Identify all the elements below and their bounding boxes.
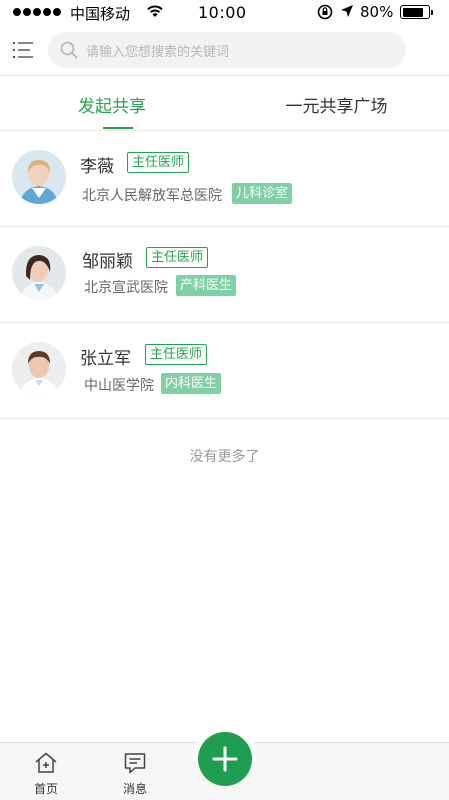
search-header: 请输入您想搜索的关键词 bbox=[0, 24, 449, 76]
doctor-title-badge: 主任医师 bbox=[145, 344, 208, 365]
doctor-title-badge: 主任医师 bbox=[127, 152, 190, 173]
location-arrow-icon bbox=[341, 5, 353, 17]
doctor-title-badge: 主任医师 bbox=[146, 247, 209, 268]
doctor-list-item[interactable]: 邹丽颖 主任医师 北京宣武医院 产科医生 bbox=[0, 227, 449, 323]
doctor-avatar bbox=[12, 150, 66, 204]
doctor-name: 邹丽颖 bbox=[82, 252, 133, 272]
doctor-department-badge: 儿科诊室 bbox=[232, 183, 293, 204]
active-tab-indicator bbox=[103, 127, 133, 129]
tab-share-plaza[interactable]: 一元共享广场 bbox=[224, 77, 449, 131]
doctor-hospital: 中山医学院 bbox=[84, 378, 154, 394]
doctor-hospital: 北京宣武医院 bbox=[84, 280, 168, 296]
status-bar: 中国移动 10:00 80% bbox=[0, 0, 449, 24]
doctor-list-item[interactable]: 李薇 主任医师 北京人民解放军总医院 儿科诊室 bbox=[0, 131, 449, 227]
doctor-avatar bbox=[12, 246, 66, 300]
message-icon bbox=[124, 753, 146, 774]
wifi-icon bbox=[147, 5, 163, 17]
nav-item-messages[interactable]: 消息 bbox=[105, 743, 165, 800]
doctor-avatar bbox=[12, 342, 66, 396]
doctor-department-badge: 内科医生 bbox=[161, 373, 222, 394]
add-button[interactable] bbox=[198, 732, 252, 786]
plus-icon bbox=[212, 746, 238, 772]
doctor-name: 张立军 bbox=[80, 349, 131, 369]
nav-label-messages: 消息 bbox=[122, 782, 147, 796]
tab-initiate-share[interactable]: 发起共享 bbox=[0, 77, 224, 131]
list-end-message: 没有更多了 bbox=[189, 449, 260, 465]
doctor-name: 李薇 bbox=[80, 157, 114, 177]
carrier-name: 中国移动 bbox=[70, 5, 131, 23]
doctor-hospital: 北京人民解放军总医院 bbox=[82, 188, 222, 204]
clock: 10:00 bbox=[198, 3, 247, 22]
menu-icon[interactable] bbox=[13, 41, 33, 59]
doctor-list-item[interactable]: 张立军 主任医师 中山医学院 内科医生 bbox=[0, 323, 449, 419]
rotation-lock-icon bbox=[317, 4, 333, 20]
battery-percentage: 80% bbox=[360, 3, 394, 21]
battery-icon bbox=[400, 5, 433, 19]
doctor-department-badge: 产科医生 bbox=[176, 275, 237, 296]
search-placeholder: 请输入您想搜索的关键词 bbox=[86, 44, 230, 60]
nav-label-home: 首页 bbox=[33, 782, 58, 796]
search-input[interactable]: 请输入您想搜索的关键词 bbox=[48, 32, 406, 68]
home-icon bbox=[35, 752, 57, 773]
nav-item-home[interactable]: 首页 bbox=[16, 743, 76, 800]
tab-bar: 发起共享 一元共享广场 bbox=[0, 77, 449, 131]
signal-strength-icon bbox=[13, 8, 61, 16]
search-icon bbox=[60, 41, 78, 59]
